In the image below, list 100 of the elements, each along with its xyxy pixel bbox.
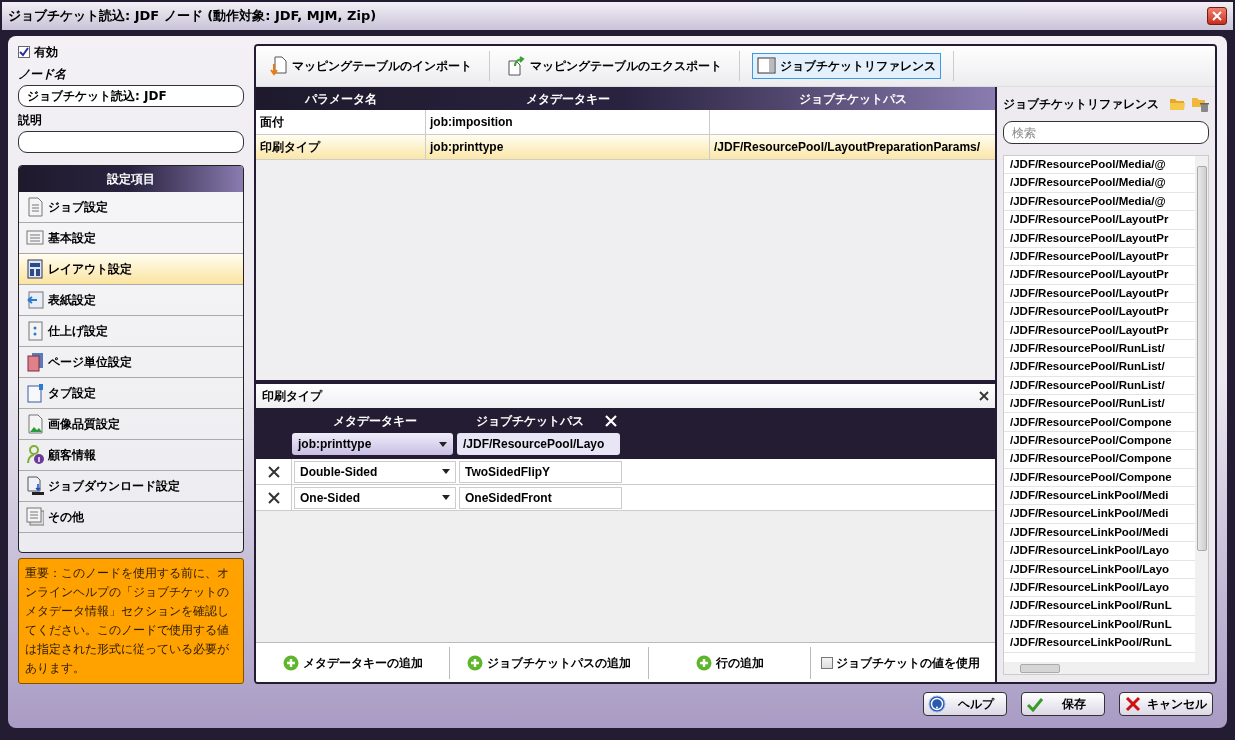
settings-item[interactable]: タブ設定 — [19, 378, 243, 409]
reference-item[interactable]: /JDF/ResourceLinkPool/Medi — [1010, 523, 1169, 542]
settings-item[interactable]: ページ単位設定 — [19, 347, 243, 378]
reference-item[interactable]: /JDF/ResourcePool/LayoutPr — [1010, 229, 1169, 247]
settings-item[interactable]: その他 — [19, 502, 243, 533]
reference-item[interactable]: /JDF/ResourcePool/Compone — [1010, 468, 1172, 486]
description-field[interactable] — [18, 131, 244, 153]
toolbar-icon — [269, 56, 288, 76]
settings-item-icon — [26, 259, 44, 279]
settings-item-icon — [26, 414, 44, 434]
path-value-field[interactable]: OneSidedFront — [459, 486, 622, 509]
reference-item[interactable]: /JDF/ResourcePool/LayoutPr — [1010, 284, 1169, 303]
reference-item[interactable]: /JDF/ResourcePool/LayoutPr — [1010, 248, 1169, 266]
caret-icon — [439, 441, 447, 447]
table-cell-text: 印刷タイプ — [260, 139, 320, 156]
window-title: ジョブチケット読込: JDF ノード (動作対象: JDF, MJM, Zip) — [8, 7, 377, 26]
reference-title: ジョブチケットリファレンス — [1003, 96, 1160, 113]
horizontal-scrollbar[interactable] — [1004, 662, 1208, 674]
value-dropdown[interactable]: Double-Sided — [294, 460, 456, 483]
reference-item[interactable]: /JDF/ResourcePool/Media/@ — [1010, 192, 1166, 211]
reference-item[interactable]: /JDF/ResourcePool/Media/@ — [1010, 156, 1166, 174]
table-row[interactable]: 面付 job:imposition — [256, 110, 995, 135]
settings-item[interactable]: ジョブ設定 — [19, 192, 243, 223]
caret-icon — [442, 469, 450, 474]
column-header: パラメータ名 — [305, 90, 377, 108]
node-name-label: ノード名 — [18, 66, 66, 82]
search-field[interactable]: 検索 — [1003, 121, 1209, 144]
settings-item[interactable]: 顧客情報 — [19, 440, 243, 471]
reference-item[interactable]: /JDF/ResourceLinkPool/Layo — [1010, 560, 1170, 578]
settings-item[interactable]: 表紙設定 — [19, 285, 243, 316]
reference-item[interactable]: /JDF/ResourceLinkPool/Layo — [1010, 579, 1170, 597]
enabled-checkbox[interactable] — [18, 46, 30, 58]
settings-item[interactable]: 画像品質設定 — [19, 409, 243, 440]
settings-item-icon — [26, 321, 44, 341]
close-button[interactable] — [1207, 7, 1227, 25]
table-row[interactable]: 印刷タイプ job:printtype /JDF/ResourcePool/LayoutPreparationParams/ — [256, 135, 995, 160]
plus-icon — [282, 654, 299, 671]
plus-icon — [695, 654, 712, 671]
reference-item[interactable]: /JDF/ResourcePool/Media/@ — [1010, 174, 1166, 192]
use-ticket-values-checkbox[interactable] — [821, 656, 833, 669]
value-dropdown[interactable]: One-Sided — [294, 486, 456, 509]
save-button[interactable]: 保存 — [1021, 692, 1105, 716]
reference-item[interactable]: /JDF/ResourcePool/LayoutPr — [1010, 266, 1169, 284]
toolbar-button[interactable]: ジョブチケットリファレンス — [752, 53, 941, 79]
use-ticket-values-label: ジョブチケットの値を使用 — [836, 654, 980, 672]
toolbar-button[interactable]: マッピングテーブルのエクスポート — [502, 53, 727, 79]
delete-column-icon[interactable] — [605, 414, 617, 427]
reference-item[interactable]: /JDF/ResourcePool/RunList/ — [1010, 395, 1165, 413]
cancel-button[interactable]: キャンセル — [1119, 692, 1213, 716]
metadata-key-dropdown[interactable]: job:printtype — [292, 433, 453, 455]
node-name-field[interactable]: ジョブチケット読込: JDF — [18, 85, 244, 107]
check-icon — [19, 47, 29, 57]
settings-item-icon — [26, 228, 44, 248]
ticket-path-field[interactable]: /JDF/ResourcePool/Layo — [457, 433, 620, 455]
settings-item[interactable]: ジョブダウンロード設定 — [19, 471, 243, 502]
reference-item[interactable]: /JDF/ResourcePool/LayoutPr — [1010, 303, 1169, 321]
settings-title: 設定項目 — [107, 171, 155, 188]
reference-item[interactable]: /JDF/ResourceLinkPool/Medi — [1010, 505, 1169, 523]
column-header: ジョブチケットパス — [474, 412, 585, 430]
reference-item[interactable]: /JDF/ResourcePool/LayoutPr — [1010, 211, 1169, 229]
scroll-thumb[interactable] — [1020, 663, 1060, 673]
plus-icon — [467, 654, 483, 671]
reference-item[interactable]: /JDF/ResourcePool/RunList/ — [1010, 376, 1165, 394]
notice: 重要：このノードを使用する前に、オンラインヘルプの「ジョブチケットのメタデータ情報」セクションを確認してください。このノードで使用する値は指定された形式に従っている必要があります。 — [18, 558, 244, 684]
check-icon — [1026, 696, 1044, 712]
close-icon — [1124, 695, 1142, 713]
delete-row-icon[interactable] — [267, 465, 280, 478]
reference-item[interactable]: /JDF/ResourcePool/Compone — [1010, 431, 1172, 450]
settings-item-icon — [26, 476, 44, 496]
path-value-field[interactable]: TwoSidedFlipY — [459, 460, 622, 483]
folder-delete-icon[interactable] — [1191, 95, 1209, 113]
description-label: 説明 — [18, 112, 42, 128]
reference-item[interactable]: /JDF/ResourceLinkPool/RunL — [1010, 634, 1172, 652]
scroll-thumb[interactable] — [1196, 166, 1207, 551]
settings-item[interactable]: レイアウト設定 — [19, 254, 243, 285]
add-button[interactable]: 行の追加 — [649, 646, 811, 679]
add-button[interactable]: メタデータキーの追加 — [256, 646, 450, 679]
close-icon[interactable] — [979, 391, 989, 401]
reference-item[interactable]: /JDF/ResourceLinkPool/RunL — [1010, 597, 1172, 615]
settings-item-icon — [26, 197, 44, 217]
reference-item[interactable]: /JDF/ResourcePool/Compone — [1010, 450, 1172, 468]
toolbar-button[interactable]: マッピングテーブルのインポート — [264, 53, 477, 79]
delete-row-icon[interactable] — [267, 491, 280, 504]
reference-item[interactable]: /JDF/ResourceLinkPool/Layo — [1010, 542, 1170, 560]
vertical-scrollbar[interactable] — [1195, 156, 1208, 662]
settings-item-icon — [26, 445, 44, 465]
help-button[interactable]: ヘルプ — [923, 692, 1007, 716]
settings-item[interactable]: 仕上げ設定 — [19, 316, 243, 347]
detail-title: 印刷タイプ — [262, 388, 322, 405]
toolbar-icon — [757, 56, 776, 76]
reference-item[interactable]: /JDF/ResourceLinkPool/RunL — [1010, 615, 1172, 634]
reference-item[interactable]: /JDF/ResourcePool/Compone — [1010, 413, 1172, 431]
reference-item[interactable]: /JDF/ResourceLinkPool/Medi — [1010, 487, 1169, 505]
reference-item[interactable]: /JDF/ResourcePool/LayoutPr — [1010, 321, 1169, 339]
add-button[interactable]: ジョブチケットパスの追加 — [450, 646, 649, 679]
caret-icon — [442, 495, 450, 500]
column-header: メタデータキー — [331, 412, 418, 430]
help-icon — [928, 695, 946, 713]
reference-item[interactable]: /JDF/ResourcePool/RunList/ — [1010, 358, 1165, 376]
reference-item[interactable]: /JDF/ResourcePool/RunList/ — [1010, 339, 1165, 358]
